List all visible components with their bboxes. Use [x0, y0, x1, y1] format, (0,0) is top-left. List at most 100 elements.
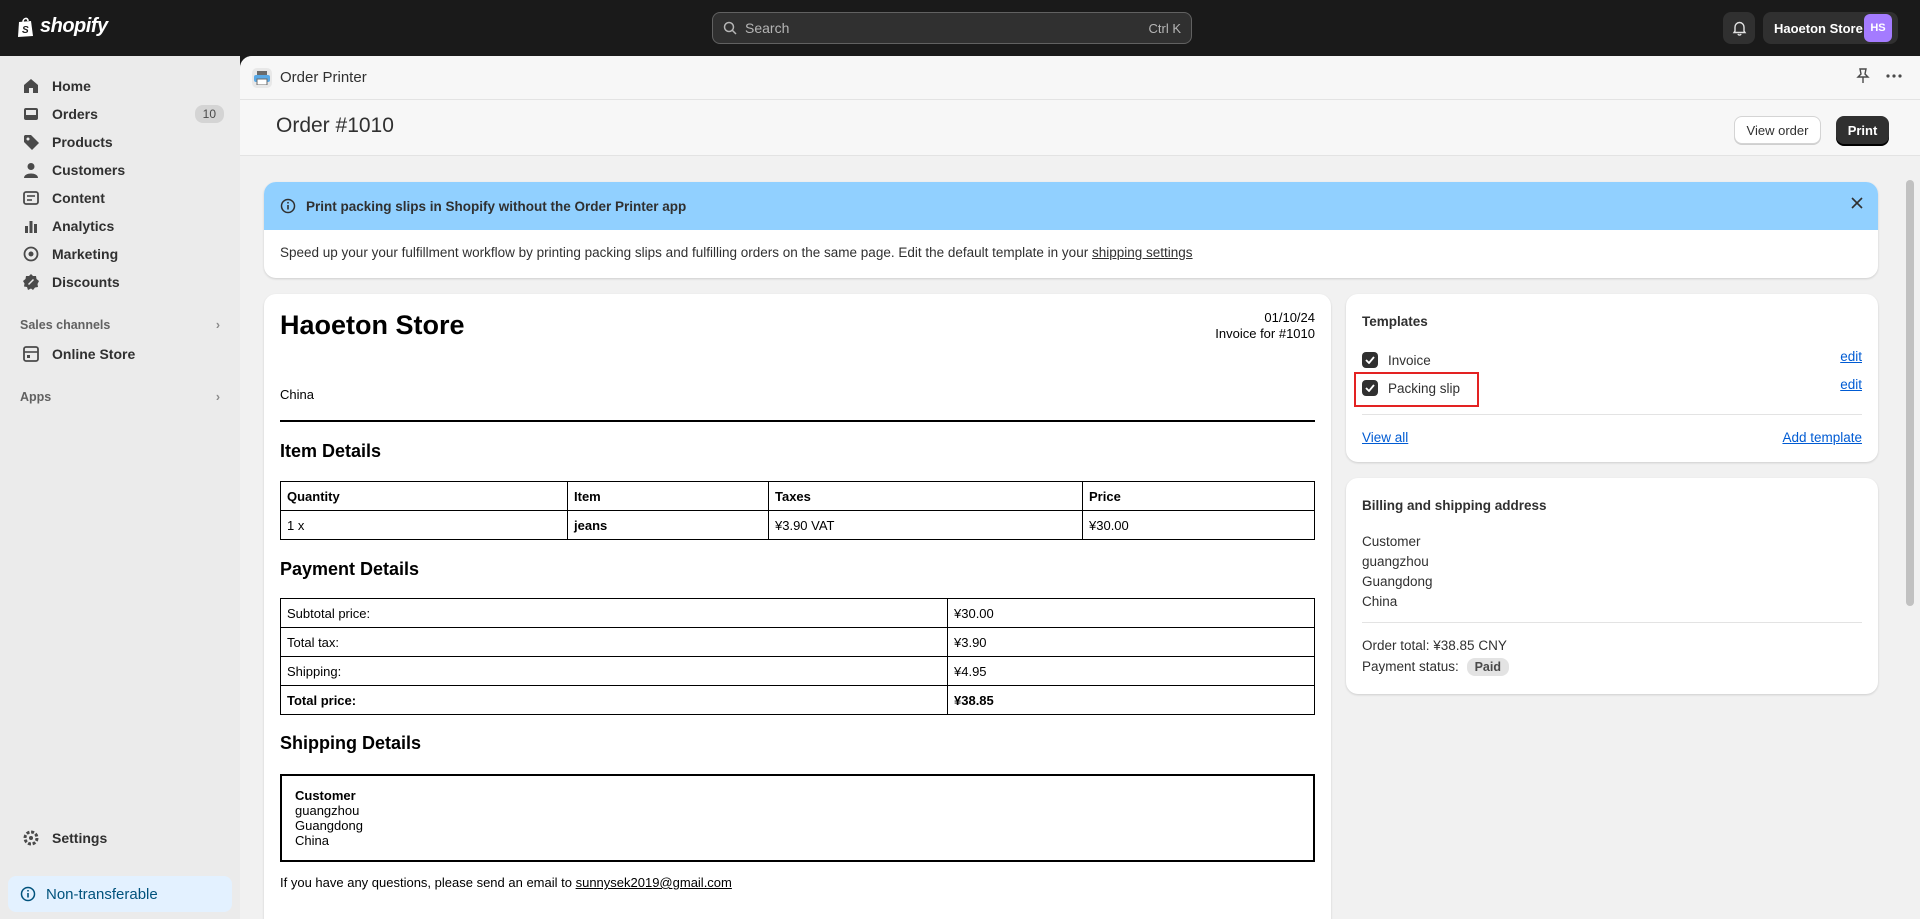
app-name: Order Printer	[280, 69, 367, 86]
templates-title: Templates	[1362, 314, 1428, 329]
payment-label: Subtotal price:	[280, 598, 948, 628]
sidebar-item-label: Settings	[52, 830, 108, 846]
sidebar-item-content[interactable]: Content	[12, 184, 232, 212]
sidebar-item-customers[interactable]: Customers	[12, 156, 232, 184]
billing-shipping-card: Billing and shipping address Customer gu…	[1346, 478, 1878, 694]
sidebar-item-discounts[interactable]: Discounts	[12, 268, 232, 296]
target-icon	[23, 246, 39, 262]
footer-text: If you have any questions, please send a…	[280, 875, 572, 890]
discount-icon	[23, 274, 39, 290]
svg-text:S: S	[22, 25, 29, 36]
shopify-bag-icon: S	[18, 17, 33, 37]
highlight-box	[1354, 372, 1479, 407]
brand-name: shopify	[40, 15, 108, 37]
payment-status-row: Payment status: Paid	[1362, 658, 1509, 676]
column-header: Price	[1082, 481, 1315, 511]
invoice-preview: Haoeton Store 01/10/24 Invoice for #1010…	[264, 294, 1331, 919]
table-row: 1 x jeans ¥3.90 VAT ¥30.00	[280, 510, 1315, 540]
view-all-link[interactable]: View all	[1362, 430, 1408, 445]
sidebar-item-marketing[interactable]: Marketing	[12, 240, 232, 268]
info-icon	[20, 886, 36, 902]
shipping-name: Customer	[295, 788, 356, 803]
column-header: Taxes	[768, 481, 1083, 511]
payment-label: Total price:	[280, 685, 948, 715]
sidebar-item-label: Content	[52, 190, 105, 206]
column-header: Quantity	[280, 481, 568, 511]
invoice-store-name: Haoeton Store	[280, 310, 465, 340]
edit-invoice-link[interactable]: edit	[1840, 349, 1862, 364]
sidebar-item-products[interactable]: Products	[12, 128, 232, 156]
shipping-details-heading: Shipping Details	[280, 733, 422, 753]
payment-value: ¥3.90	[947, 627, 1315, 657]
close-icon[interactable]	[1850, 196, 1864, 210]
tag-icon	[24, 135, 39, 150]
shipping-country: China	[295, 833, 329, 848]
store-menu-button[interactable]: Haoeton Store HS	[1763, 12, 1898, 44]
divider	[280, 420, 1315, 422]
invoice-store-country: China	[280, 387, 314, 402]
template-label: Invoice	[1388, 352, 1431, 368]
apps-section[interactable]: Apps ›	[20, 390, 220, 404]
sidebar-item-home[interactable]: Home	[12, 72, 232, 100]
sales-channels-label: Sales channels	[20, 318, 111, 332]
avatar: HS	[1864, 14, 1892, 42]
top-bar: S shopify Search Ctrl K Haoeton Store HS	[0, 0, 1920, 56]
banner-title: Print packing slips in Shopify without t…	[306, 198, 687, 214]
banner-body: Speed up your your fulfillment workflow …	[264, 230, 1878, 275]
view-order-button[interactable]: View order	[1734, 116, 1821, 144]
invoice-meta: 01/10/24 Invoice for #1010	[1215, 310, 1315, 342]
payment-label: Shipping:	[280, 656, 948, 686]
sidebar-item-online-store[interactable]: Online Store	[12, 340, 232, 368]
orders-icon	[24, 108, 38, 120]
item-price: ¥30.00	[1082, 510, 1315, 540]
print-button[interactable]: Print	[1836, 116, 1889, 144]
shipping-city: guangzhou	[295, 803, 360, 818]
search-icon	[723, 21, 737, 35]
chevron-right-icon: ›	[215, 318, 220, 332]
address-card-title: Billing and shipping address	[1362, 498, 1547, 513]
more-options-icon[interactable]	[1886, 74, 1902, 78]
payment-value: ¥4.95	[947, 656, 1315, 686]
scrollbar-thumb[interactable]	[1906, 180, 1914, 606]
notifications-button[interactable]	[1723, 12, 1755, 44]
shipping-settings-link[interactable]: shipping settings	[1092, 245, 1193, 260]
store-icon	[23, 346, 39, 362]
table-row: Subtotal price: ¥30.00	[280, 598, 1315, 628]
order-total: Order total: ¥38.85 CNY	[1362, 638, 1507, 653]
banner-text: Speed up your your fulfillment workflow …	[280, 245, 1089, 260]
template-invoice[interactable]: Invoice	[1362, 352, 1431, 368]
sales-channels-section[interactable]: Sales channels ›	[20, 318, 220, 332]
table-row: Total tax: ¥3.90	[280, 627, 1315, 657]
sidebar-item-orders[interactable]: Orders 10	[12, 100, 232, 128]
orders-count-badge: 10	[194, 105, 224, 123]
payment-status-label: Payment status:	[1362, 659, 1459, 674]
non-transferable-badge[interactable]: Non-transferable	[8, 876, 232, 912]
payment-details-heading: Payment Details	[280, 559, 420, 579]
column-header: Item	[567, 481, 769, 511]
pin-icon[interactable]	[1856, 68, 1870, 84]
sidebar-item-label: Analytics	[52, 218, 115, 234]
edit-packing-slip-link[interactable]: edit	[1840, 377, 1862, 392]
search-input[interactable]: Search Ctrl K	[712, 12, 1192, 44]
footer-email-link[interactable]: sunnysek2019@gmail.com	[576, 875, 732, 890]
sidebar-item-settings[interactable]: Settings	[12, 824, 232, 852]
sidebar-item-analytics[interactable]: Analytics	[12, 212, 232, 240]
address-line: Customer	[1362, 534, 1421, 549]
add-template-link[interactable]: Add template	[1782, 430, 1862, 445]
payment-label: Total tax:	[280, 627, 948, 657]
item-details-heading: Item Details	[280, 441, 382, 461]
apps-label: Apps	[20, 390, 52, 404]
payment-value: ¥38.85	[947, 685, 1315, 715]
item-name: jeans	[567, 510, 769, 540]
person-icon	[24, 163, 38, 178]
main-content: Order Printer Order #1010 View order Pri…	[240, 56, 1920, 919]
status-badge: Paid	[1466, 658, 1509, 676]
shopify-logo[interactable]: S shopify	[16, 15, 108, 38]
gear-icon	[23, 830, 39, 846]
app-bar-actions	[1856, 68, 1902, 84]
checkbox-checked[interactable]	[1362, 352, 1378, 368]
sidebar-item-label: Orders	[52, 106, 98, 122]
sidebar: Home Orders 10 Products Customers Conten…	[0, 56, 240, 919]
bell-icon	[1732, 21, 1746, 36]
sidebar-item-label: Online Store	[52, 346, 136, 362]
